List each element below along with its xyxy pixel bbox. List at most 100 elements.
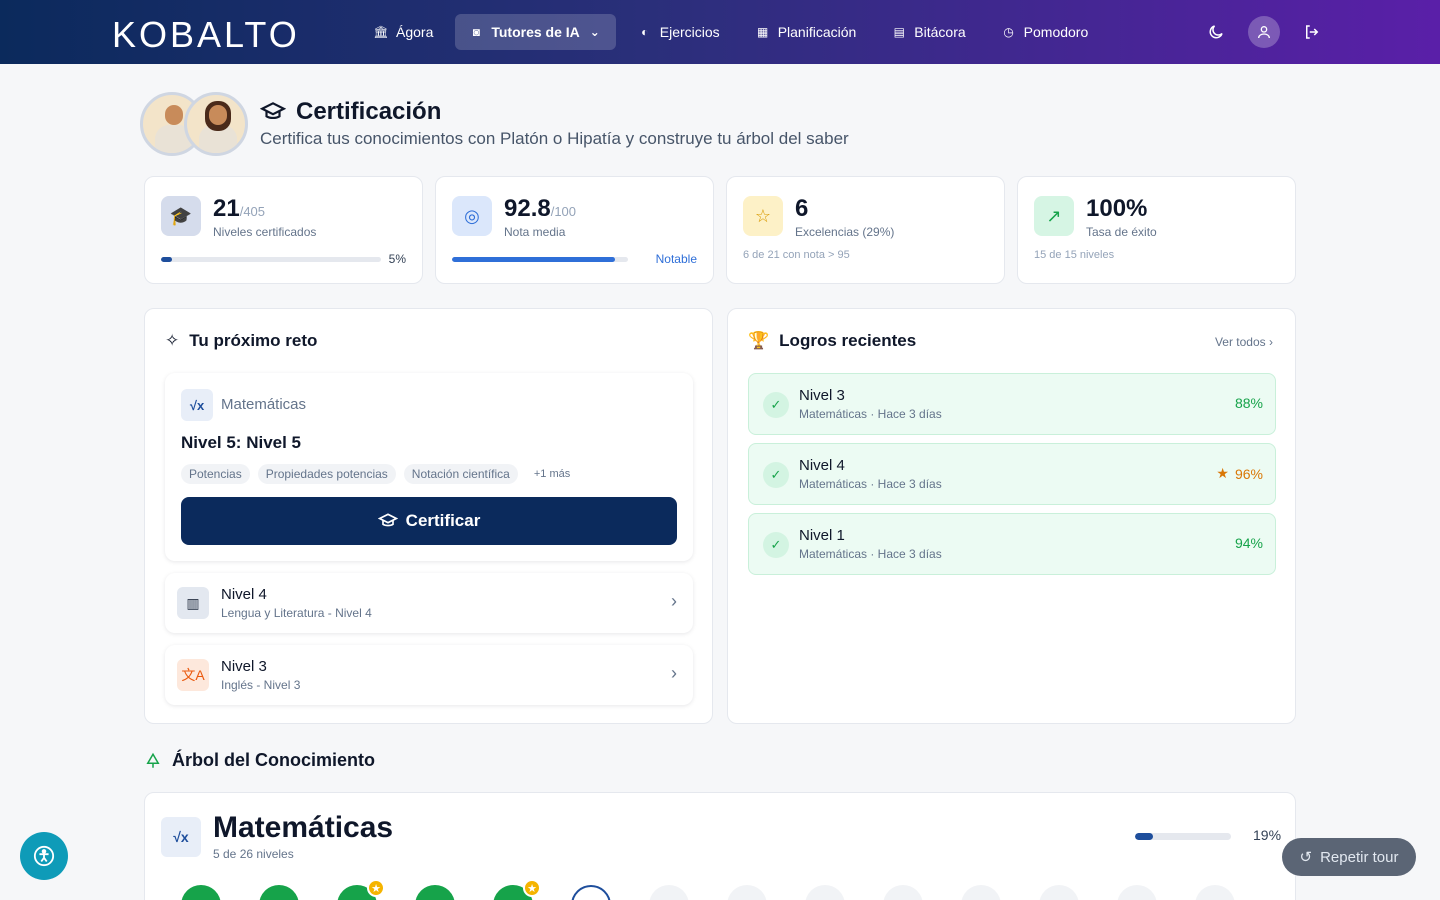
nav-label: Pomodoro [1023, 24, 1089, 40]
nav-item-agora[interactable]: 🏛 Ágora [360, 14, 447, 50]
achievement-item: ✓ Nivel 1 Matemáticas · Hace 3 días 94% [748, 513, 1276, 575]
achievement-item: ✓ Nivel 4 Matemáticas · Hace 3 días ★ 96% [748, 443, 1276, 505]
stat-card-success: ↗ 100% Tasa de éxito 15 de 15 niveles [1017, 176, 1296, 284]
stat-value: 21/405 [213, 195, 266, 222]
progress-bar [452, 257, 628, 262]
logo[interactable]: KOBALTO [112, 14, 300, 56]
nav-label: Bitácora [914, 24, 966, 40]
tree-level-node[interactable] [181, 885, 221, 900]
tree-level-node[interactable]: ★ [337, 879, 385, 900]
stat-label: Nota media [504, 225, 566, 239]
stat-card-levels: 🎓 21/405 Niveles certificados 5% [144, 176, 423, 284]
tree-level-node[interactable] [961, 885, 1001, 900]
achievement-subtitle: Matemáticas · Hace 3 días [799, 477, 942, 491]
nav-item-tutores[interactable]: ◙ Tutores de IA ⌄ [455, 14, 616, 50]
page-subtitle: Certifica tus conocimientos con Platón o… [260, 129, 849, 148]
achievement-score: 94% [1234, 535, 1263, 551]
trophy-icon: 🏆 [748, 331, 770, 350]
stat-label: Excelencias (29%) [795, 225, 895, 239]
certify-button-label: Certificar [405, 511, 481, 530]
progress-label: Notable [655, 252, 697, 266]
tree-level-node[interactable] [1039, 885, 1079, 900]
robot-icon: ◙ [472, 25, 480, 39]
next-level-title: Nivel 4 [221, 586, 267, 603]
panel-title: 🏆 Logros recientes [748, 331, 916, 351]
stat-label: Tasa de éxito [1086, 225, 1157, 239]
accessibility-button[interactable] [20, 832, 68, 880]
achievement-score: 88% [1234, 395, 1263, 411]
next-level-title: Nivel 3 [221, 658, 267, 675]
sparkles-icon: ✧ [165, 331, 180, 350]
progress-label: 5% [388, 252, 406, 266]
stat-card-average: ◎ 92.8/100 Nota media Notable [435, 176, 714, 284]
nav-item-planificacion[interactable]: ▦ Planificación [742, 14, 871, 50]
stat-note: 6 de 21 con nota > 95 [743, 249, 850, 261]
tree-level-node[interactable] [571, 885, 611, 900]
graduation-cap-icon [377, 513, 398, 527]
panel-title-text: Logros recientes [779, 331, 917, 350]
chevron-right-icon: › [671, 663, 677, 683]
translate-icon: 文A [177, 659, 209, 691]
see-all-link[interactable]: Ver todos › [1215, 335, 1273, 349]
stat-value: 100% [1086, 195, 1148, 222]
chevron-down-icon: ⌄ [589, 25, 600, 39]
tree-level-node[interactable] [259, 885, 299, 900]
challenge-card: √x Matemáticas Nivel 5: Nivel 5 Potencia… [165, 373, 693, 561]
user-avatar-button[interactable] [1248, 16, 1280, 48]
nav-label: Planificación [777, 24, 857, 40]
building-icon: 🏛 [373, 25, 389, 39]
stat-value: 6 [795, 195, 809, 222]
tree-progress-bar [1135, 833, 1231, 840]
next-level-subtitle: Lengua y Literatura - Nivel 4 [221, 606, 372, 620]
chevron-right-icon: › [671, 591, 677, 611]
tree-level-node[interactable] [649, 885, 689, 900]
tree-level-node[interactable] [805, 885, 845, 900]
subject-name: Matemáticas [221, 396, 307, 413]
achievement-subtitle: Matemáticas · Hace 3 días [799, 547, 942, 561]
tree-level-node[interactable] [727, 885, 767, 900]
nav-menu: 🏛 Ágora ◙ Tutores de IA ⌄ ◐ Ejercicios ▦… [360, 14, 1102, 50]
next-level-item[interactable]: 文A Nivel 3 Inglés - Nivel 3 › [165, 645, 693, 705]
certify-button[interactable]: Certificar [181, 497, 677, 545]
tree-level-node[interactable] [1117, 885, 1157, 900]
book-icon: ▥ [177, 587, 209, 619]
check-circle-icon: ✓ [763, 532, 789, 558]
tree-level-node[interactable] [415, 885, 455, 900]
nav-item-ejercicios[interactable]: ◐ Ejercicios [624, 14, 734, 50]
logout-button[interactable] [1296, 16, 1328, 48]
level-title: Nivel 5: Nivel 5 [181, 433, 302, 452]
nav-item-pomodoro[interactable]: ◷ Pomodoro [988, 14, 1103, 50]
tree-icon [146, 752, 160, 768]
tree-level-node[interactable]: ★ [493, 879, 541, 900]
star-icon: ★ [523, 879, 541, 897]
trending-up-icon: ↗ [1034, 196, 1074, 236]
achievement-title: Nivel 1 [799, 527, 845, 544]
tree-level-node[interactable] [883, 885, 923, 900]
target-icon: ◎ [452, 196, 492, 236]
dark-mode-toggle[interactable] [1200, 16, 1232, 48]
refresh-icon: ↺ [1299, 849, 1313, 866]
next-challenge-panel: ✧ Tu próximo reto √x Matemáticas Nivel 5… [144, 308, 713, 724]
nav-label: Ejercicios [659, 24, 720, 40]
panel-title: ✧ Tu próximo reto [165, 331, 317, 351]
tree-subject-sub: 5 de 26 niveles [213, 847, 294, 861]
graduation-cap-icon: 🎓 [161, 196, 201, 236]
sqrt-icon: √x [161, 817, 201, 857]
subject-tree-card: √x Matemáticas 5 de 26 niveles 19% ★ ★ [144, 792, 1296, 900]
nav-item-bitacora[interactable]: ▤ Bitácora [878, 14, 979, 50]
stat-card-excellence: ☆ 6 Excelencias (29%) 6 de 21 con nota >… [726, 176, 1005, 284]
notebook-icon: ▤ [893, 25, 905, 39]
clock-icon: ◷ [1003, 25, 1014, 39]
hypatia-avatar [184, 92, 248, 156]
next-level-subtitle: Inglés - Nivel 3 [221, 678, 301, 692]
sqrt-icon: √x [181, 389, 213, 421]
page-title-row: Certificación [260, 98, 441, 126]
stat-label: Niveles certificados [213, 225, 317, 239]
achievement-title: Nivel 4 [799, 457, 845, 474]
achievement-score: ★ 96% [1216, 465, 1263, 482]
tree-level-node[interactable] [1195, 885, 1235, 900]
graduation-cap-icon [260, 102, 286, 120]
repeat-tour-button[interactable]: ↺ Repetir tour [1282, 838, 1416, 876]
next-level-item[interactable]: ▥ Nivel 4 Lengua y Literatura - Nivel 4 … [165, 573, 693, 633]
topic-tag: Propiedades potencias [257, 464, 396, 484]
